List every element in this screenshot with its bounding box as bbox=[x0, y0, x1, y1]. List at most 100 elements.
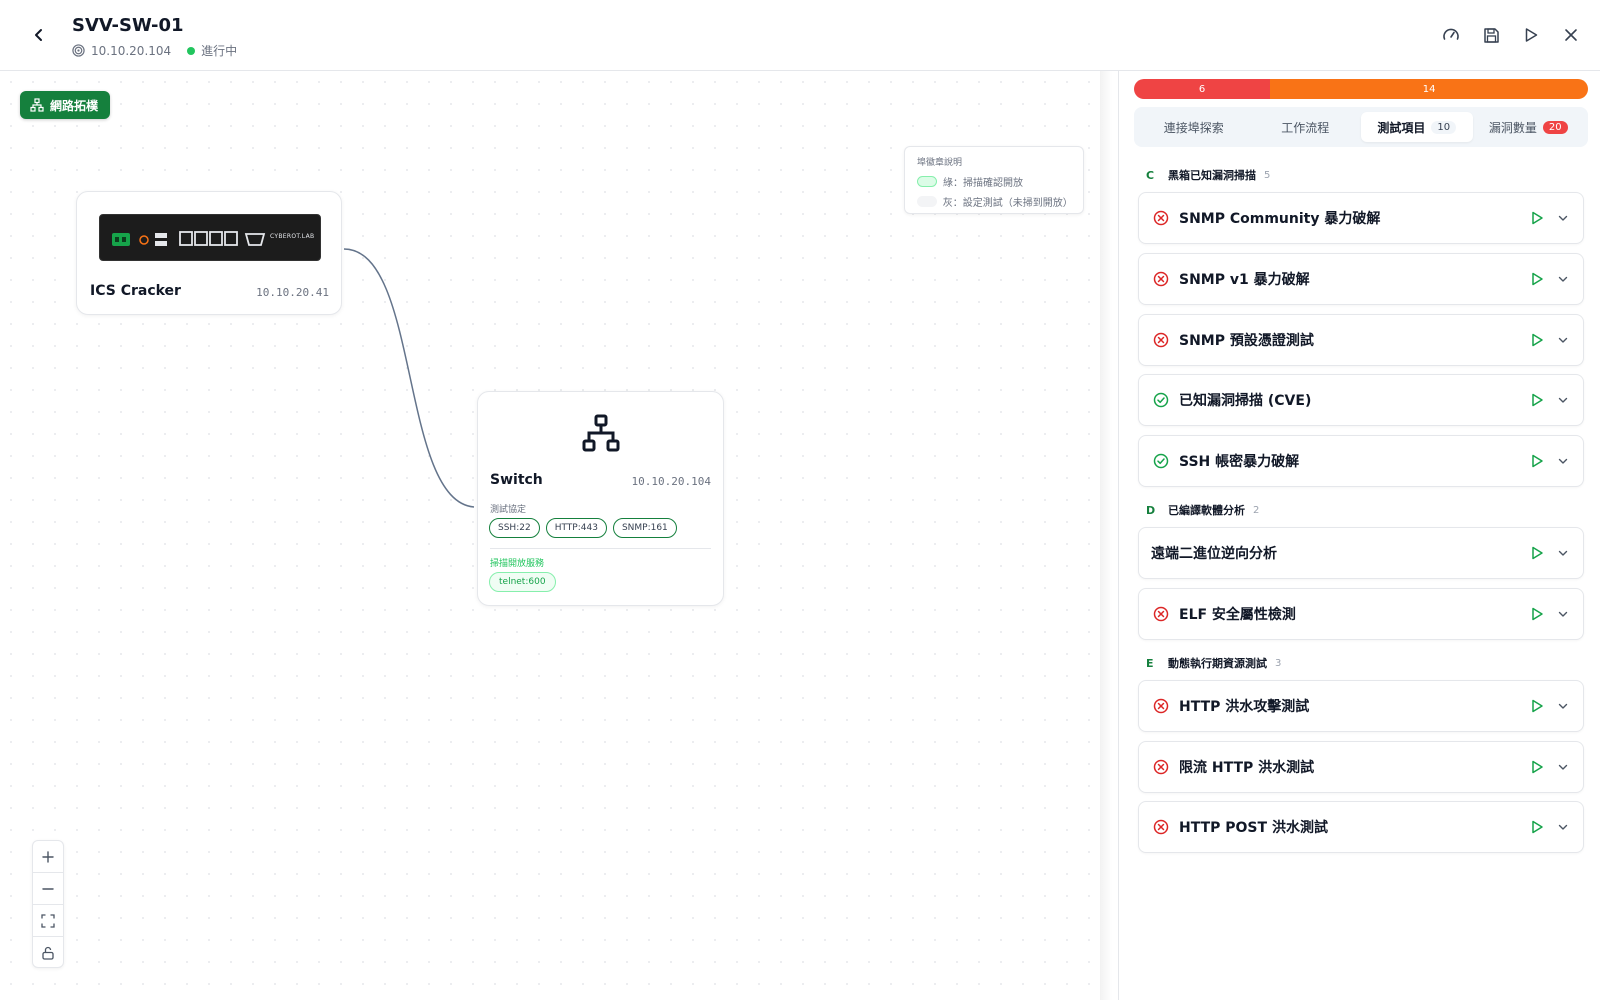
chevron-down-icon bbox=[1557, 212, 1569, 224]
play-icon bbox=[1530, 454, 1544, 468]
expand-button[interactable] bbox=[1553, 696, 1573, 716]
play-icon bbox=[1530, 820, 1544, 834]
play-icon bbox=[1530, 211, 1544, 225]
run-test-button[interactable] bbox=[1527, 451, 1547, 471]
test-item[interactable]: 限流 HTTP 洪水測試 bbox=[1138, 741, 1584, 793]
zoom-in-icon bbox=[42, 850, 54, 863]
test-item[interactable]: SNMP 預設憑證測試 bbox=[1138, 314, 1584, 366]
expand-button[interactable] bbox=[1553, 604, 1573, 624]
device-image: CYBEROT.LAB bbox=[99, 214, 321, 261]
play-icon bbox=[1525, 28, 1538, 42]
run-test-button[interactable] bbox=[1527, 543, 1547, 563]
node-ics-cracker[interactable]: CYBEROT.LAB ICS Cracker 10.10.20.41 bbox=[76, 191, 342, 315]
chevron-left-icon bbox=[35, 29, 42, 41]
lock-toggle-button[interactable] bbox=[33, 937, 63, 969]
group-title: 已編譯軟體分析 bbox=[1168, 504, 1245, 517]
test-panel: 6 14 連接埠探索 工作流程 測試項目 10 漏洞數量 20 C 黑箱已知漏洞掃… bbox=[1118, 71, 1600, 1000]
expand-button[interactable] bbox=[1553, 757, 1573, 777]
group-letter: C bbox=[1146, 168, 1155, 182]
zoom-out-button[interactable] bbox=[33, 873, 63, 905]
test-item[interactable]: SNMP Community 暴力破解 bbox=[1138, 192, 1584, 244]
zoom-out-icon bbox=[42, 887, 54, 890]
status-text: 進行中 bbox=[201, 44, 238, 58]
test-item-label: SNMP 預設憑證測試 bbox=[1179, 333, 1314, 349]
expand-button[interactable] bbox=[1553, 390, 1573, 410]
run-test-button[interactable] bbox=[1527, 817, 1547, 837]
group-count: 3 bbox=[1275, 657, 1282, 669]
run-test-button[interactable] bbox=[1527, 330, 1547, 350]
result-progress-bar: 6 14 bbox=[1134, 79, 1588, 99]
device-brand-logo: CYBEROT.LAB bbox=[270, 233, 315, 240]
test-item[interactable]: HTTP 洪水攻擊測試 bbox=[1138, 680, 1584, 732]
node-ip: 10.10.20.41 bbox=[256, 286, 329, 299]
expand-button[interactable] bbox=[1553, 330, 1573, 350]
protocol-pill: SSH:22 bbox=[489, 518, 540, 538]
topology-canvas[interactable]: 網路拓樸 埠徽章說明 綠：掃描確認開放 灰：設定測試（未掃到開放） CYBERO… bbox=[0, 71, 1100, 1000]
save-button[interactable] bbox=[1480, 24, 1502, 46]
fit-view-icon bbox=[41, 913, 55, 928]
back-button[interactable] bbox=[28, 24, 50, 46]
node-name: Switch bbox=[490, 472, 543, 488]
group-letter: D bbox=[1146, 503, 1156, 517]
legend-title: 埠徽章說明 bbox=[917, 158, 963, 168]
x-circle-icon bbox=[1151, 696, 1171, 716]
panel-tabs: 連接埠探索 工作流程 測試項目 10 漏洞數量 20 bbox=[1134, 107, 1588, 147]
play-icon bbox=[1530, 760, 1544, 774]
divider bbox=[490, 548, 711, 549]
chevron-down-icon bbox=[1557, 547, 1569, 559]
tab-test-items[interactable]: 測試項目 10 bbox=[1361, 112, 1473, 142]
test-item[interactable]: HTTP POST 洪水測試 bbox=[1138, 801, 1584, 853]
test-item-label: 遠端二進位逆向分析 bbox=[1151, 546, 1277, 562]
test-item[interactable]: 遠端二進位逆向分析 bbox=[1138, 527, 1584, 579]
expand-button[interactable] bbox=[1553, 451, 1573, 471]
node-switch[interactable]: Switch 10.10.20.104 測試協定 SSH:22 HTTP:443… bbox=[477, 391, 724, 606]
test-item-label: HTTP POST 洪水測試 bbox=[1179, 820, 1328, 836]
run-test-button[interactable] bbox=[1527, 390, 1547, 410]
group-title: 黑箱已知漏洞掃描 bbox=[1168, 169, 1256, 182]
run-button[interactable] bbox=[1520, 24, 1542, 46]
play-icon bbox=[1530, 546, 1544, 560]
tab-port-discovery[interactable]: 連接埠探索 bbox=[1138, 112, 1250, 142]
fit-view-button[interactable] bbox=[33, 905, 63, 937]
play-icon bbox=[1530, 333, 1544, 347]
test-item[interactable]: ELF 安全屬性檢測 bbox=[1138, 588, 1584, 640]
expand-button[interactable] bbox=[1553, 543, 1573, 563]
test-item[interactable]: SNMP v1 暴力破解 bbox=[1138, 253, 1584, 305]
tab-label: 連接埠探索 bbox=[1163, 120, 1224, 135]
tab-vulnerabilities[interactable]: 漏洞數量 20 bbox=[1473, 112, 1585, 142]
tab-count-badge: 10 bbox=[1431, 120, 1457, 134]
close-button[interactable] bbox=[1560, 24, 1582, 46]
x-circle-icon bbox=[1151, 330, 1171, 350]
test-protocols-label: 測試協定 bbox=[490, 505, 527, 515]
group-header: C 黑箱已知漏洞掃描 5 bbox=[1146, 167, 1270, 183]
expand-button[interactable] bbox=[1553, 817, 1573, 837]
run-test-button[interactable] bbox=[1527, 757, 1547, 777]
test-item[interactable]: 已知漏洞掃描 (CVE) bbox=[1138, 374, 1584, 426]
legend-gray-text: 灰：設定測試（未掃到開放） bbox=[942, 198, 1073, 209]
expand-button[interactable] bbox=[1553, 269, 1573, 289]
run-test-button[interactable] bbox=[1527, 696, 1547, 716]
progress-segment-orange: 14 bbox=[1270, 79, 1588, 99]
tab-label: 測試項目 bbox=[1377, 120, 1426, 135]
group-header: E 動態執行期資源測試 3 bbox=[1146, 655, 1281, 671]
run-test-button[interactable] bbox=[1527, 269, 1547, 289]
tab-workflow[interactable]: 工作流程 bbox=[1250, 112, 1362, 142]
chevron-down-icon bbox=[1557, 761, 1569, 773]
unlock-icon bbox=[42, 946, 54, 960]
test-item[interactable]: SSH 帳密暴力破解 bbox=[1138, 435, 1584, 487]
x-circle-icon bbox=[1151, 817, 1171, 837]
expand-button[interactable] bbox=[1553, 208, 1573, 228]
group-count: 2 bbox=[1253, 504, 1260, 516]
x-circle-icon bbox=[1151, 208, 1171, 228]
run-test-button[interactable] bbox=[1527, 208, 1547, 228]
protocol-pill: HTTP:443 bbox=[545, 518, 607, 538]
test-item-label: SNMP Community 暴力破解 bbox=[1179, 211, 1381, 227]
open-service-pill: telnet:600 bbox=[489, 572, 556, 592]
group-header: D 已編譯軟體分析 2 bbox=[1146, 502, 1259, 518]
run-test-button[interactable] bbox=[1527, 604, 1547, 624]
chevron-down-icon bbox=[1557, 334, 1569, 346]
dashboard-button[interactable] bbox=[1440, 24, 1462, 46]
zoom-in-button[interactable] bbox=[33, 841, 63, 873]
protocol-pill: SNMP:161 bbox=[612, 518, 677, 538]
test-item-label: 已知漏洞掃描 (CVE) bbox=[1179, 393, 1312, 409]
